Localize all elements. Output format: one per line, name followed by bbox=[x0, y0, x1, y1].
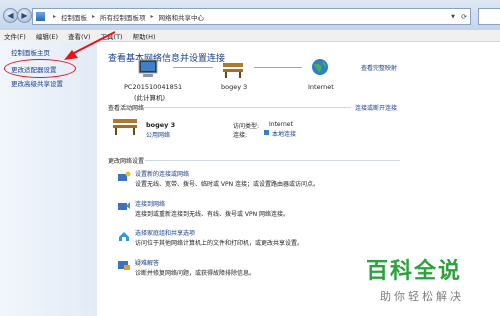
bench-icon bbox=[113, 119, 137, 135]
refresh-icon[interactable]: ⟳ bbox=[461, 13, 467, 21]
task-desc-setup-connection: 设置无线、宽带、拨号、临时或 VPN 连接；或设置路由器或访问点。 bbox=[135, 181, 320, 188]
chevron-right-icon: ▸ bbox=[53, 13, 57, 20]
network-adapter-icon bbox=[264, 130, 269, 135]
computer-name: PC201510041851 bbox=[124, 83, 183, 91]
task-desc-troubleshoot: 诊断并修复网络问题，或获得故障排除信息。 bbox=[135, 270, 256, 277]
watermark-tagline: 助你轻松解决 bbox=[380, 290, 464, 303]
access-type-value: Internet bbox=[269, 121, 293, 128]
divider bbox=[145, 160, 400, 161]
globe-icon bbox=[312, 59, 328, 75]
connector-line bbox=[254, 67, 302, 68]
breadcrumb-network-center[interactable]: 网络和共享中心 bbox=[159, 12, 205, 22]
internet-label: Internet bbox=[308, 83, 334, 91]
bench-icon bbox=[223, 63, 243, 78]
forward-icon[interactable]: ▶ bbox=[17, 8, 32, 23]
task-link-troubleshoot[interactable]: 疑难解答 bbox=[135, 258, 159, 267]
task-link-setup-connection[interactable]: 设置新的连接或网络 bbox=[135, 169, 189, 178]
task-desc-connect-network: 连接到或重新连接到无线、有线、拨号或 VPN 网络连接。 bbox=[135, 211, 290, 218]
active-networks-title: 查看活动网络 bbox=[108, 105, 145, 112]
menu-file[interactable]: 文件(F) bbox=[4, 31, 26, 41]
menu-help[interactable]: 帮助(H) bbox=[133, 31, 156, 41]
breadcrumb-control-panel[interactable]: 控制面板 bbox=[61, 12, 87, 22]
connection-label: 连接: bbox=[233, 132, 248, 139]
sidebar-item-control-panel-home[interactable]: 控制面板主页 bbox=[11, 47, 50, 57]
homegroup-icon bbox=[119, 232, 129, 241]
task-link-homegroup[interactable]: 选择家庭组和共享选项 bbox=[135, 228, 195, 237]
chevron-right-icon: ▸ bbox=[92, 13, 96, 20]
connect-disconnect-link[interactable]: 连接或断开连接 bbox=[355, 103, 397, 112]
divider bbox=[143, 107, 351, 108]
network-name-label: bogey 3 bbox=[221, 83, 248, 91]
connector-line bbox=[173, 67, 213, 68]
control-panel-icon bbox=[36, 12, 45, 21]
search-input[interactable] bbox=[478, 8, 500, 25]
local-connection-link[interactable]: 本地连接 bbox=[272, 129, 296, 138]
sidebar-item-change-advanced-sharing[interactable]: 更改高级共享设置 bbox=[11, 78, 63, 88]
back-icon[interactable]: ◀ bbox=[3, 8, 18, 23]
address-bar[interactable]: ▸ 控制面板 ▸ 所有控制面板项 ▸ 网络和共享中心 ▼ ⟳ bbox=[32, 8, 471, 25]
dropdown-icon[interactable]: ▼ bbox=[451, 14, 455, 20]
page-title: 查看基本网络信息并设置连接 bbox=[108, 54, 226, 64]
breadcrumb-all-items[interactable]: 所有控制面板项 bbox=[100, 12, 146, 22]
view-full-map-link[interactable]: 查看完整映射 bbox=[361, 63, 397, 72]
new-connection-icon bbox=[118, 171, 131, 181]
address-bar-area: ◀ ▶ ▸ 控制面板 ▸ 所有控制面板项 ▸ 网络和共享中心 ▼ ⟳ bbox=[0, 0, 500, 31]
chevron-right-icon: ▸ bbox=[150, 13, 154, 20]
task-desc-homegroup: 访问位于其他网络计算机上的文件和打印机，或更改共享设置。 bbox=[135, 240, 304, 247]
network-type-link[interactable]: 公用网络 bbox=[146, 130, 170, 139]
troubleshoot-icon bbox=[118, 261, 130, 270]
watermark-brand: 百科全说 bbox=[366, 259, 463, 284]
connect-network-icon bbox=[118, 202, 130, 210]
task-link-connect-network[interactable]: 连接到网络 bbox=[135, 199, 165, 208]
computer-subtitle: (此计算机) bbox=[134, 94, 166, 102]
change-settings-title: 更改网络设置 bbox=[108, 158, 145, 165]
access-type-label: 访问类型: bbox=[233, 123, 260, 130]
computer-icon bbox=[138, 59, 158, 77]
active-network-name: bogey 3 bbox=[146, 121, 176, 129]
